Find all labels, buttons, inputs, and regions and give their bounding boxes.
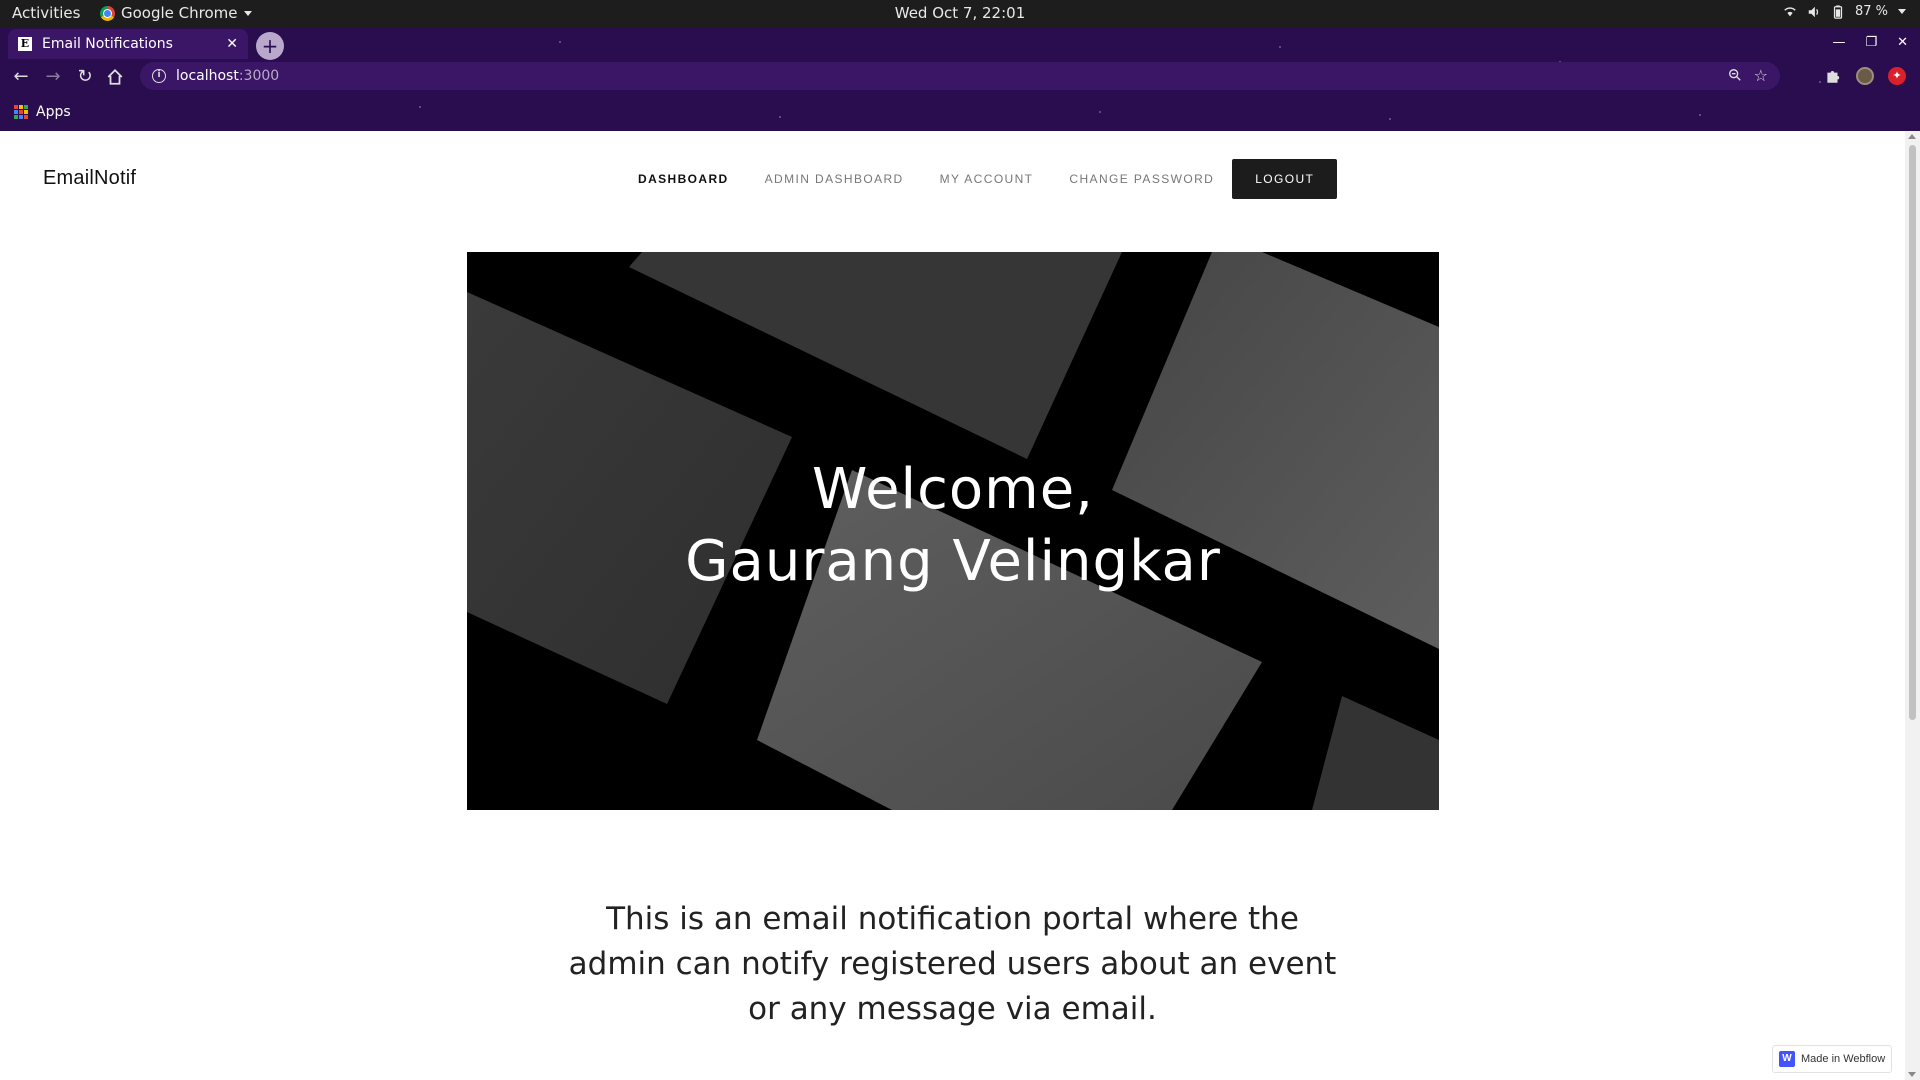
site-brand[interactable]: EmailNotif xyxy=(43,167,136,190)
os-top-bar: Activities Google Chrome Wed Oct 7, 22:0… xyxy=(0,0,1920,27)
tab-favicon: E xyxy=(18,37,32,51)
info-icon[interactable]: i xyxy=(152,69,166,83)
hero-heading: Welcome, Gaurang Velingkar xyxy=(467,252,1439,810)
minimize-icon[interactable]: — xyxy=(1832,35,1845,50)
extension-red-icon[interactable]: ✦ xyxy=(1888,67,1906,85)
close-window-icon[interactable]: ✕ xyxy=(1897,35,1908,50)
hero-banner: Welcome, Gaurang Velingkar xyxy=(467,252,1439,810)
wifi-icon xyxy=(1784,6,1796,16)
restore-icon[interactable]: ❐ xyxy=(1865,35,1877,50)
scroll-down-arrow-icon[interactable] xyxy=(1908,1072,1916,1077)
browser-toolbar: ← → ↻ i localhost:3000 ☆ ✦ xyxy=(0,60,1920,94)
clock[interactable]: Wed Oct 7, 22:01 xyxy=(895,4,1025,22)
made-in-webflow-badge[interactable]: W Made in Webflow xyxy=(1772,1045,1892,1073)
app-menu-label: Google Chrome xyxy=(121,4,238,22)
app-menu[interactable]: Google Chrome xyxy=(100,4,252,22)
system-tray[interactable]: 87 % xyxy=(1783,4,1906,19)
url-port: :3000 xyxy=(238,68,280,84)
activities-button[interactable]: Activities xyxy=(12,4,80,22)
profile-avatar[interactable] xyxy=(1856,67,1874,85)
page-scrollbar[interactable] xyxy=(1905,131,1920,1080)
back-arrow-icon[interactable]: ← xyxy=(10,66,32,87)
address-bar[interactable]: i localhost:3000 ☆ xyxy=(140,62,1780,90)
battery-icon xyxy=(1833,4,1843,19)
extensions-icon[interactable] xyxy=(1824,67,1842,85)
bookmarks-bar: Apps xyxy=(0,96,71,128)
zoom-icon[interactable] xyxy=(1728,68,1742,82)
battery-percent: 87 % xyxy=(1854,4,1888,19)
web-page: EmailNotif DASHBOARD ADMIN DASHBOARD MY … xyxy=(0,131,1905,1080)
scrollbar-thumb[interactable] xyxy=(1909,145,1916,720)
portal-description: This is an email notification portal whe… xyxy=(568,901,1337,1027)
nav-change-password[interactable]: CHANGE PASSWORD xyxy=(1051,160,1232,198)
nav-my-account[interactable]: MY ACCOUNT xyxy=(922,160,1052,198)
browser-frame: E Email Notifications ✕ + — ❐ ✕ ← → ↻ i … xyxy=(0,27,1920,131)
forward-arrow-icon[interactable]: → xyxy=(42,66,64,87)
url-host: localhost xyxy=(176,68,239,84)
nav-dashboard[interactable]: DASHBOARD xyxy=(620,160,747,198)
chrome-icon xyxy=(100,5,115,21)
apps-grid-icon[interactable] xyxy=(14,105,28,119)
close-icon[interactable]: ✕ xyxy=(226,36,238,52)
bookmark-star-icon[interactable]: ☆ xyxy=(1754,66,1768,85)
welcome-line: Welcome, xyxy=(812,457,1094,522)
home-icon[interactable] xyxy=(106,68,124,86)
site-nav: DASHBOARD ADMIN DASHBOARD MY ACCOUNT CHA… xyxy=(620,159,1338,199)
tab-title: Email Notifications xyxy=(42,36,173,52)
volume-icon xyxy=(1808,6,1819,17)
bookmark-apps[interactable]: Apps xyxy=(36,104,71,120)
browser-tab[interactable]: E Email Notifications ✕ xyxy=(8,29,248,59)
chevron-down-icon xyxy=(1898,9,1906,14)
new-tab-button[interactable]: + xyxy=(256,32,284,60)
reload-icon[interactable]: ↻ xyxy=(74,66,96,87)
chevron-down-icon xyxy=(243,10,252,16)
user-name: Gaurang Velingkar xyxy=(685,529,1221,594)
logout-button[interactable]: LOGOUT xyxy=(1232,159,1338,199)
webflow-badge-label: Made in Webflow xyxy=(1801,1053,1886,1065)
nav-admin-dashboard[interactable]: ADMIN DASHBOARD xyxy=(747,160,922,198)
scroll-up-arrow-icon[interactable] xyxy=(1908,134,1916,139)
webflow-logo-icon: W xyxy=(1779,1051,1795,1067)
window-controls: — ❐ ✕ xyxy=(1832,35,1908,50)
